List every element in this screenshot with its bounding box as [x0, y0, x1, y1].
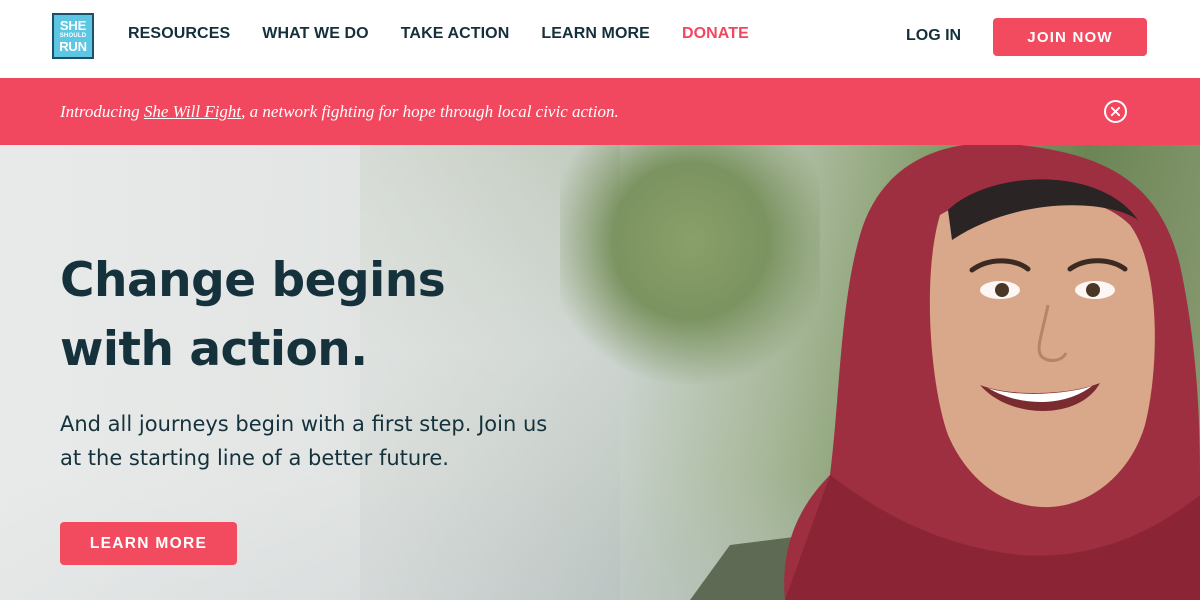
login-link[interactable]: LOG IN — [906, 27, 961, 45]
banner-message: Introducing She Will Fight, a network fi… — [60, 102, 619, 122]
nav-item-resources[interactable]: RESOURCES — [128, 25, 230, 43]
she-should-run-logo[interactable]: SHE SHOULD RUN — [52, 13, 94, 59]
banner-prefix: Introducing — [60, 102, 144, 121]
hero-title: Change begins with action. — [60, 253, 446, 377]
site-header: SHE SHOULD RUN RESOURCES WHAT WE DO TAKE… — [0, 0, 1200, 78]
hero-subtitle: And all journeys begin with a first step… — [60, 412, 548, 470]
announcement-banner: Introducing She Will Fight, a network fi… — [0, 78, 1200, 145]
main-nav: RESOURCES WHAT WE DO TAKE ACTION LEARN M… — [128, 25, 781, 43]
hero-photo-woman-in-hijab — [690, 145, 1200, 600]
join-now-button[interactable]: JOIN NOW — [993, 18, 1147, 56]
learn-more-button[interactable]: LEARN MORE — [60, 522, 237, 565]
hero-section: Change begins with action. And all journ… — [0, 145, 1200, 600]
nav-item-what-we-do[interactable]: WHAT WE DO — [262, 25, 368, 43]
nav-item-donate[interactable]: DONATE — [682, 25, 749, 43]
nav-item-take-action[interactable]: TAKE ACTION — [401, 25, 510, 43]
nav-item-learn-more[interactable]: LEARN MORE — [541, 25, 650, 43]
close-x-glyph — [1110, 106, 1121, 117]
banner-link-she-will-fight[interactable]: She Will Fight — [144, 102, 241, 121]
banner-suffix: , a network fighting for hope through lo… — [241, 102, 619, 121]
logo-line-3: RUN — [59, 39, 87, 54]
close-circle-icon[interactable] — [1104, 100, 1127, 123]
logo-line-1: SHE — [59, 18, 87, 33]
logo-mark: SHE SHOULD RUN — [54, 15, 92, 57]
